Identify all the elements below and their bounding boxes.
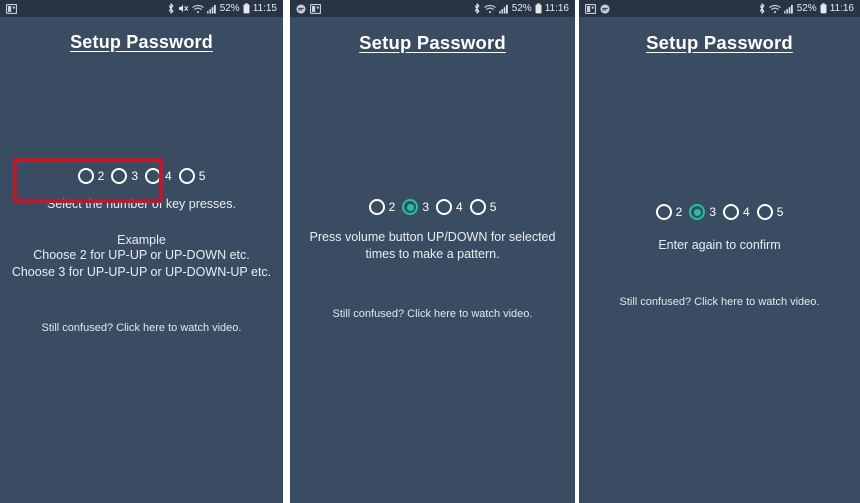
radio-option-3[interactable]: 3 xyxy=(402,199,436,215)
radio-circle-icon[interactable] xyxy=(111,168,128,184)
example-line-1: Choose 2 for UP-UP or UP-DOWN etc. xyxy=(33,247,250,262)
status-bar-right-icons: 52% 11:16 xyxy=(758,3,854,14)
panel-divider-1 xyxy=(283,0,290,503)
status-bar-right-icons: 52% 11:15 xyxy=(167,3,277,14)
radio-option-4[interactable]: 4 xyxy=(436,199,470,215)
battery-icon xyxy=(243,3,250,14)
radio-option-3[interactable]: 3 xyxy=(111,168,145,184)
battery-percent-label: 52% xyxy=(796,2,817,14)
wifi-icon xyxy=(769,4,781,14)
bluetooth-icon xyxy=(473,3,481,14)
radio-option-5[interactable]: 5 xyxy=(469,199,497,215)
radio-circle-selected-icon[interactable] xyxy=(689,204,706,220)
radio-group-key-presses[interactable]: 2 3 4 5 xyxy=(579,204,860,220)
page-title: Setup Password xyxy=(359,32,506,53)
radio-circle-selected-icon[interactable] xyxy=(402,199,419,215)
bluetooth-icon xyxy=(167,3,175,14)
radio-option-5[interactable]: 5 xyxy=(178,168,206,184)
status-bar-left-icons xyxy=(296,3,473,14)
radio-option-5[interactable]: 5 xyxy=(756,204,784,220)
radio-group-key-presses[interactable]: 2 3 4 5 xyxy=(0,158,283,203)
radio-label: 2 xyxy=(388,200,396,214)
wifi-icon xyxy=(192,4,204,14)
battery-icon xyxy=(820,3,827,14)
battery-percent-label: 52% xyxy=(219,2,240,14)
radio-label: 5 xyxy=(198,169,206,183)
radio-circle-icon[interactable] xyxy=(436,199,452,215)
chat-icon xyxy=(600,3,610,14)
radio-circle-icon[interactable] xyxy=(178,168,195,184)
clock-label: 11:16 xyxy=(829,2,854,14)
radio-circle-icon[interactable] xyxy=(368,199,385,215)
wifi-icon xyxy=(484,4,496,14)
radio-circle-icon[interactable] xyxy=(469,199,486,215)
example-heading: Example xyxy=(117,232,166,247)
screenshot-strip: 52% 11:15 Setup Password 2 3 4 5 Select … xyxy=(0,0,860,503)
instruction-text: Press volume button UP/DOWN for selected… xyxy=(309,230,556,261)
clock-label: 11:16 xyxy=(544,2,569,14)
status-bar: 52% 11:16 xyxy=(579,0,860,17)
bluetooth-icon xyxy=(758,3,766,14)
radio-label: 2 xyxy=(97,169,105,183)
radio-label: 4 xyxy=(743,205,750,219)
signal-icon xyxy=(498,4,509,14)
page-title: Setup Password xyxy=(70,32,213,52)
radio-label: 3 xyxy=(709,205,716,219)
example-line-2: Choose 3 for UP-UP-UP or UP-DOWN-UP etc. xyxy=(11,264,272,279)
radio-circle-icon[interactable] xyxy=(655,204,672,220)
photo-icon xyxy=(310,3,321,14)
signal-icon xyxy=(206,4,217,14)
photo-icon xyxy=(585,3,596,14)
radio-row[interactable]: 2 3 4 5 xyxy=(368,199,497,215)
radio-circle-icon[interactable] xyxy=(756,204,773,220)
watch-video-link[interactable]: Still confused? Click here to watch vide… xyxy=(0,322,283,334)
radio-label: 4 xyxy=(165,169,172,183)
radio-row[interactable]: 2 3 4 5 xyxy=(77,168,206,184)
status-bar-left-icons xyxy=(585,3,758,14)
radio-label: 3 xyxy=(422,200,429,214)
clock-label: 11:15 xyxy=(252,2,277,14)
instruction-text: Enter again to confirm xyxy=(658,238,781,252)
radio-label: 2 xyxy=(675,205,683,219)
mute-icon xyxy=(178,3,189,14)
photo-icon xyxy=(6,3,17,14)
radio-label: 4 xyxy=(456,200,463,214)
phone-screen-confirm-pattern: 52% 11:16 Setup Password 2 3 4 5 Enter a… xyxy=(579,0,860,503)
radio-option-2[interactable]: 2 xyxy=(655,204,690,220)
instruction-text: Select the number of key presses. xyxy=(47,197,236,211)
radio-option-2[interactable]: 2 xyxy=(77,168,112,184)
radio-label: 3 xyxy=(131,169,138,183)
signal-icon xyxy=(783,4,794,14)
radio-label: 5 xyxy=(489,200,497,214)
battery-percent-label: 52% xyxy=(511,2,532,14)
phone-screen-enter-pattern: 52% 11:16 Setup Password 2 3 4 5 Press v… xyxy=(290,0,575,503)
watch-video-link[interactable]: Still confused? Click here to watch vide… xyxy=(290,308,575,320)
radio-circle-icon[interactable] xyxy=(77,168,94,184)
status-bar: 52% 11:16 xyxy=(290,0,575,17)
radio-circle-icon[interactable] xyxy=(723,204,739,220)
radio-group-key-presses[interactable]: 2 3 4 5 xyxy=(290,199,575,215)
status-bar-left-icons xyxy=(6,3,167,14)
chat-icon xyxy=(296,3,306,14)
radio-option-3[interactable]: 3 xyxy=(689,204,723,220)
battery-icon xyxy=(535,3,542,14)
radio-circle-icon[interactable] xyxy=(145,168,161,184)
radio-label: 5 xyxy=(776,205,784,219)
radio-option-2[interactable]: 2 xyxy=(368,199,403,215)
radio-option-4[interactable]: 4 xyxy=(723,204,757,220)
page-title: Setup Password xyxy=(646,32,793,53)
status-bar: 52% 11:15 xyxy=(0,0,283,17)
phone-screen-select-count: 52% 11:15 Setup Password 2 3 4 5 Select … xyxy=(0,0,283,503)
radio-option-4[interactable]: 4 xyxy=(145,168,179,184)
status-bar-right-icons: 52% 11:16 xyxy=(473,3,569,14)
radio-row[interactable]: 2 3 4 5 xyxy=(655,204,784,220)
watch-video-link[interactable]: Still confused? Click here to watch vide… xyxy=(579,296,860,308)
